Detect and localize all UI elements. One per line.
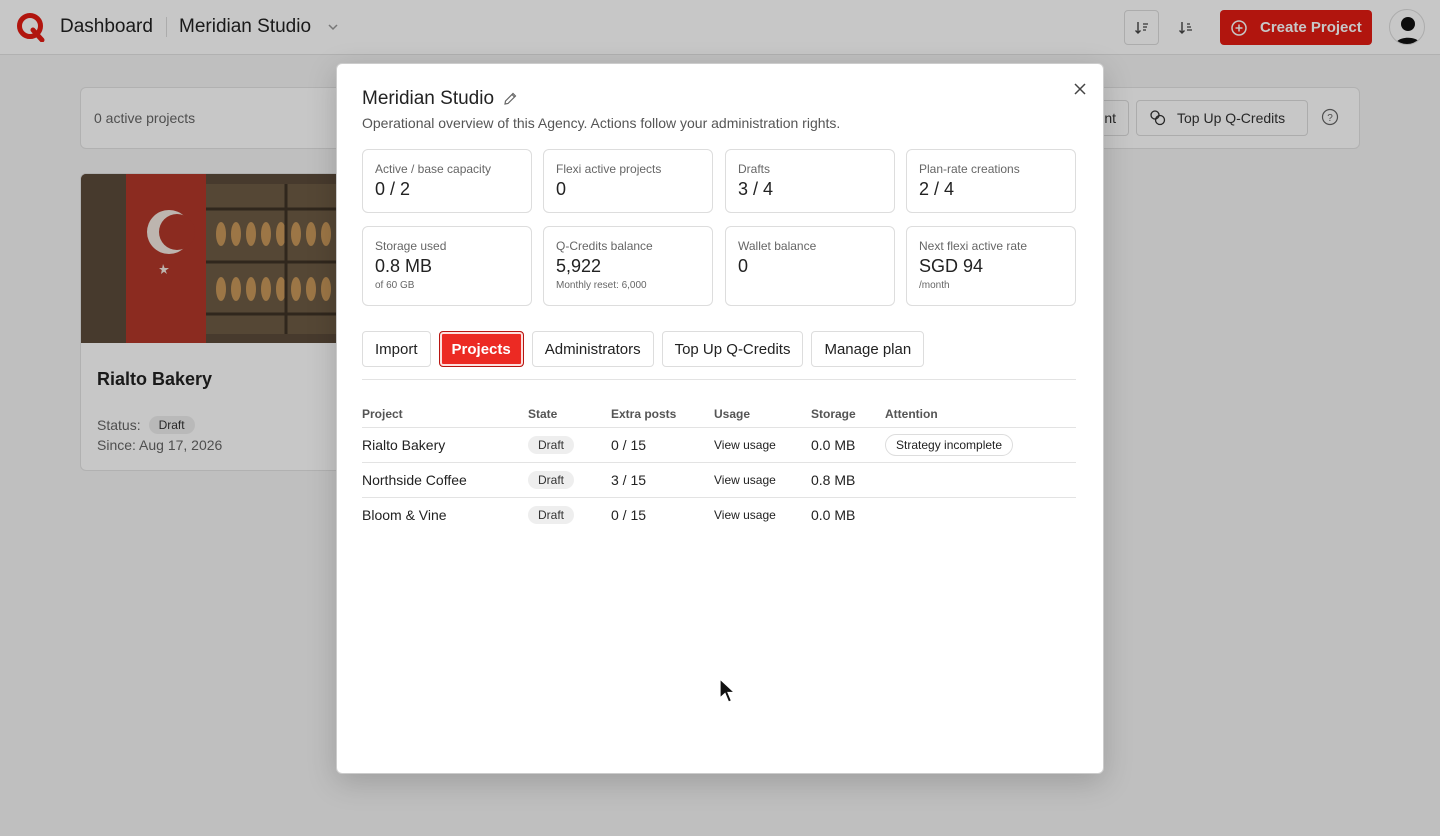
stat-value: 0 bbox=[738, 256, 749, 276]
stat-note: Monthly reset: 6,000 bbox=[556, 280, 647, 291]
project-name: Rialto Bakery bbox=[362, 426, 528, 462]
attention-cell: Strategy incomplete bbox=[885, 426, 1076, 462]
extra-posts: 3 / 15 bbox=[611, 461, 714, 497]
stat-wallet-balance: Wallet balance 0 bbox=[725, 226, 895, 306]
stat-plan-rate-creations: Plan-rate creations 2 / 4 bbox=[906, 149, 1076, 213]
view-usage-link[interactable]: View usage bbox=[714, 426, 811, 462]
attention-cell bbox=[885, 461, 1076, 497]
stat-storage-used: Storage used 0.8 MB of 60 GB bbox=[362, 226, 532, 306]
dialog-subtitle: Operational overview of this Agency. Act… bbox=[362, 115, 841, 131]
view-usage-link[interactable]: View usage bbox=[714, 496, 811, 532]
table-row: Rialto Bakery Draft 0 / 15 View usage 0.… bbox=[362, 426, 1076, 462]
divider bbox=[362, 379, 1076, 380]
column-header: Attention bbox=[885, 406, 938, 421]
storage-value: 0.0 MB bbox=[811, 426, 885, 462]
attention-cell bbox=[885, 496, 1076, 532]
stat-value: 2 / 4 bbox=[919, 179, 955, 199]
dialog-tabs: Import Projects Administrators Top Up Q-… bbox=[362, 331, 925, 367]
stat-label: Storage used bbox=[375, 239, 447, 253]
stat-value: SGD 94 bbox=[919, 256, 984, 276]
stat-label: Drafts bbox=[738, 162, 771, 176]
state-cell: Draft bbox=[528, 461, 611, 497]
storage-value: 0.0 MB bbox=[811, 496, 885, 532]
stat-label: Q-Credits balance bbox=[556, 239, 653, 253]
stat-value: 0.8 MB bbox=[375, 256, 433, 276]
column-header: State bbox=[528, 406, 558, 421]
state-cell: Draft bbox=[528, 426, 611, 462]
stat-label: Next flexi active rate bbox=[919, 239, 1028, 253]
column-header: Usage bbox=[714, 406, 751, 421]
tab-manage-plan[interactable]: Manage plan bbox=[811, 331, 925, 367]
stat-q-credits-balance: Q-Credits balance 5,922 Monthly reset: 6… bbox=[543, 226, 713, 306]
table-row: Northside Coffee Draft 3 / 15 View usage… bbox=[362, 461, 1076, 497]
tab-administrators[interactable]: Administrators bbox=[531, 331, 654, 367]
project-name: Bloom & Vine bbox=[362, 496, 528, 532]
extra-posts: 0 / 15 bbox=[611, 426, 714, 462]
tab-projects[interactable]: Projects bbox=[438, 331, 524, 367]
column-header: Project bbox=[362, 406, 403, 421]
table-header-row: Project State Extra posts Usage Storage … bbox=[362, 401, 1076, 427]
stat-drafts: Drafts 3 / 4 bbox=[725, 149, 895, 213]
project-name: Northside Coffee bbox=[362, 461, 528, 497]
state-badge: Draft bbox=[528, 435, 575, 454]
stat-value: 0 / 2 bbox=[375, 179, 411, 199]
extra-posts: 0 / 15 bbox=[611, 496, 714, 532]
stat-value: 0 bbox=[556, 179, 567, 199]
stat-note: of 60 GB bbox=[375, 280, 415, 291]
close-icon[interactable] bbox=[1072, 81, 1088, 97]
stat-label: Wallet balance bbox=[738, 239, 817, 253]
dialog-title: Meridian Studio bbox=[362, 88, 518, 110]
projects-table: Project State Extra posts Usage Storage … bbox=[362, 401, 1076, 532]
stat-value: 5,922 bbox=[556, 256, 602, 276]
stat-flexi-active: Flexi active projects 0 bbox=[543, 149, 713, 213]
stat-value: 3 / 4 bbox=[738, 179, 774, 199]
attention-badge[interactable]: Strategy incomplete bbox=[885, 433, 1014, 456]
stat-next-flexi-rate: Next flexi active rate SGD 94 /month bbox=[906, 226, 1076, 306]
view-usage-link[interactable]: View usage bbox=[714, 461, 811, 497]
edit-pencil-icon[interactable] bbox=[502, 91, 518, 107]
stat-active-capacity: Active / base capacity 0 / 2 bbox=[362, 149, 532, 213]
table-row: Bloom & Vine Draft 0 / 15 View usage 0.0… bbox=[362, 496, 1076, 532]
column-header: Storage bbox=[811, 406, 856, 421]
state-cell: Draft bbox=[528, 496, 611, 532]
storage-value: 0.8 MB bbox=[811, 461, 885, 497]
state-badge: Draft bbox=[528, 470, 575, 489]
agency-name: Meridian Studio bbox=[362, 88, 495, 109]
stat-label: Plan-rate creations bbox=[919, 162, 1020, 176]
state-badge: Draft bbox=[528, 505, 575, 524]
stat-label: Flexi active projects bbox=[556, 162, 662, 176]
stat-label: Active / base capacity bbox=[375, 162, 492, 176]
stat-note: /month bbox=[919, 280, 950, 291]
agency-overview-dialog: Meridian Studio Operational overview of … bbox=[336, 63, 1104, 774]
column-header: Extra posts bbox=[611, 406, 677, 421]
mouse-cursor-icon bbox=[719, 678, 737, 703]
tab-import[interactable]: Import bbox=[362, 331, 431, 367]
tab-top-up-q-credits[interactable]: Top Up Q-Credits bbox=[661, 331, 804, 367]
